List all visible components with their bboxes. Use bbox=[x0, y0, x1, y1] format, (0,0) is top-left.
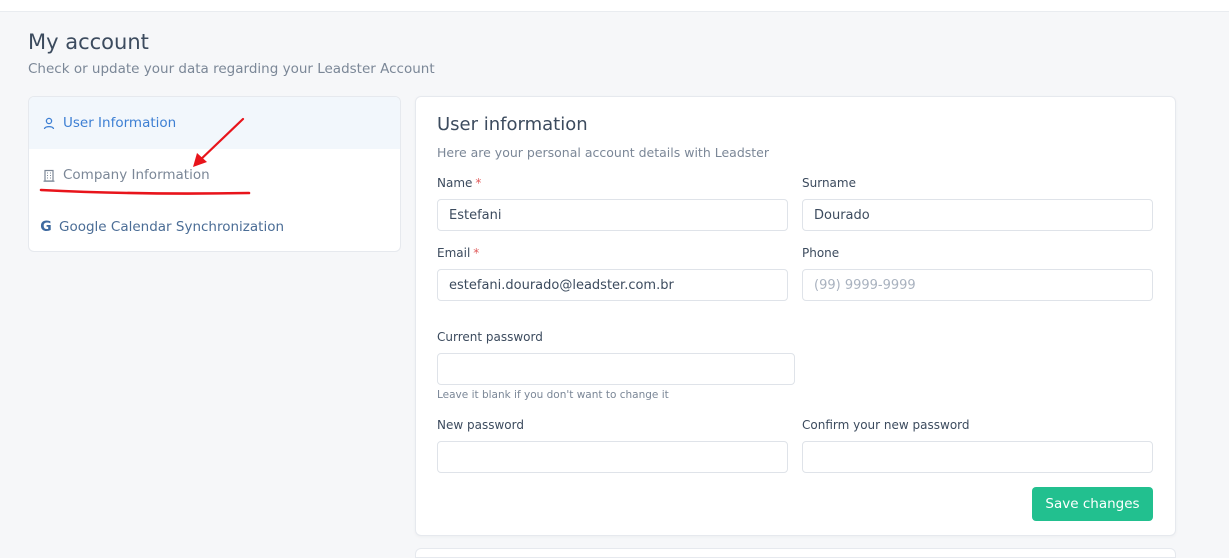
surname-input[interactable] bbox=[802, 199, 1153, 231]
current-password-label: Current password bbox=[437, 330, 543, 344]
sidebar-item-company-information[interactable]: Company Information bbox=[29, 149, 400, 201]
card-subtitle: Here are your personal account details w… bbox=[437, 145, 769, 160]
current-password-input[interactable] bbox=[437, 353, 795, 385]
sidebar-item-user-information[interactable]: User Information bbox=[29, 97, 400, 149]
save-changes-button[interactable]: Save changes bbox=[1032, 487, 1153, 521]
name-label: Name * bbox=[437, 176, 482, 190]
card-title: User information bbox=[437, 114, 588, 135]
page-subtitle: Check or update your data regarding your… bbox=[28, 61, 435, 77]
page-title: My account bbox=[28, 30, 149, 54]
confirm-password-label: Confirm your new password bbox=[802, 418, 970, 432]
email-input[interactable] bbox=[437, 269, 788, 301]
next-card-edge bbox=[415, 548, 1176, 558]
required-mark: * bbox=[473, 246, 480, 260]
email-label: Email * bbox=[437, 246, 480, 260]
user-icon bbox=[41, 115, 57, 131]
current-password-hint: Leave it blank if you don't want to chan… bbox=[437, 389, 669, 401]
account-sidebar: User Information Company Information G G… bbox=[28, 96, 401, 252]
google-icon: G bbox=[40, 219, 52, 235]
phone-input[interactable] bbox=[802, 269, 1153, 301]
sidebar-item-google-calendar[interactable]: G Google Calendar Synchronization bbox=[29, 201, 400, 251]
required-mark: * bbox=[475, 176, 482, 190]
user-information-card: User information Here are your personal … bbox=[415, 96, 1176, 536]
confirm-password-input[interactable] bbox=[802, 441, 1153, 473]
name-input[interactable] bbox=[437, 199, 788, 231]
new-password-label: New password bbox=[437, 418, 524, 432]
new-password-input[interactable] bbox=[437, 441, 788, 473]
sidebar-item-label: Google Calendar Synchronization bbox=[59, 219, 285, 235]
sidebar-item-label: Company Information bbox=[63, 167, 210, 183]
top-bar bbox=[0, 0, 1229, 12]
building-icon bbox=[41, 167, 57, 183]
sidebar-item-label: User Information bbox=[63, 115, 177, 131]
phone-label: Phone bbox=[802, 246, 840, 260]
surname-label: Surname bbox=[802, 176, 856, 190]
